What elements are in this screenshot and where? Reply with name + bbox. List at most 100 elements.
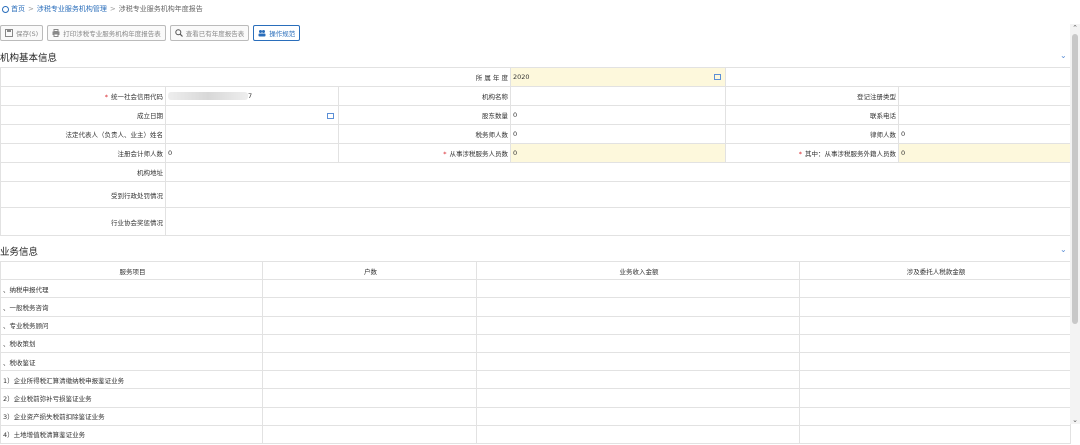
- breadcrumb-current: 涉税专业服务机构年度报告: [118, 5, 203, 13]
- lawyers-field[interactable]: 0: [898, 124, 1071, 144]
- staff-field[interactable]: 0: [510, 143, 726, 163]
- income-cell[interactable]: [476, 388, 800, 408]
- save-button-label: 保存(S): [16, 30, 39, 38]
- service-item: 、税收鉴证: [0, 351, 263, 372]
- table-row: 、一般税务咨询: [0, 297, 1071, 317]
- tax-amount-cell[interactable]: [799, 388, 1071, 408]
- service-item: 、专业税务顾问: [0, 315, 263, 335]
- cpa-label: 注册会计师人数: [0, 143, 166, 163]
- calendar-icon[interactable]: [714, 74, 721, 80]
- business-info-section-header[interactable]: 业务信息 ⌄: [0, 244, 1070, 259]
- tax-amount-cell[interactable]: [799, 370, 1071, 390]
- print-report-button[interactable]: 打印涉税专业服务机构年度报告表: [47, 25, 166, 41]
- address-field[interactable]: [165, 162, 1071, 182]
- tax-amount-cell[interactable]: [799, 279, 1071, 299]
- count-cell[interactable]: [262, 424, 477, 444]
- users-icon: [258, 30, 266, 37]
- business-info-section-title: 业务信息: [0, 247, 39, 258]
- income-cell[interactable]: [476, 297, 800, 317]
- tax-agents-field[interactable]: 0: [510, 124, 726, 144]
- print-report-button-label: 打印涉税专业服务机构年度报告表: [63, 30, 161, 38]
- foreign-staff-label: * 其中：从事涉税服务外籍人员数: [725, 143, 899, 163]
- awards-label: 行业协会奖惩情况: [0, 207, 166, 236]
- income-cell[interactable]: [476, 333, 800, 353]
- scroll-up-icon[interactable]: ⌃: [1070, 24, 1080, 32]
- basic-info-section-header[interactable]: 机构基本信息 ⌄: [0, 50, 1070, 65]
- view-reports-button[interactable]: 查看已有年度报告表: [169, 25, 250, 41]
- year-input[interactable]: 2020: [510, 67, 726, 87]
- lawyers-label: 律师人数: [725, 124, 899, 144]
- save-button[interactable]: 保存(S): [0, 25, 44, 41]
- count-cell[interactable]: [262, 333, 477, 353]
- table-row: 、税收鉴证: [0, 351, 1071, 372]
- toolbar: 保存(S) 打印涉税专业服务机构年度报告表 查看已有年度报告表 操作规范: [0, 24, 301, 42]
- tax-amount-cell[interactable]: [799, 424, 1071, 444]
- redacted-value: [168, 92, 248, 100]
- org-name-field[interactable]: [510, 86, 726, 106]
- table-row: 所 属 年 度 2020: [0, 67, 1071, 87]
- foreign-staff-field[interactable]: 0: [898, 143, 1071, 163]
- table-row: 1）企业所得税汇算清缴纳税申报鉴证业务: [0, 370, 1071, 390]
- scroll-thumb[interactable]: [1072, 34, 1078, 324]
- count-cell[interactable]: [262, 279, 477, 299]
- income-cell[interactable]: [476, 279, 800, 299]
- reg-type-field[interactable]: [898, 86, 1071, 106]
- table-row: 、纳税申报代理: [0, 279, 1071, 299]
- awards-field[interactable]: [165, 207, 1071, 236]
- shareholders-field[interactable]: 0: [510, 105, 726, 125]
- tax-amount-cell[interactable]: [799, 406, 1071, 426]
- required-mark: *: [104, 93, 108, 101]
- scroll-down-icon[interactable]: ⌄: [1070, 416, 1080, 424]
- count-cell[interactable]: [262, 370, 477, 390]
- shareholders-label: 股东数量: [338, 105, 511, 125]
- count-cell[interactable]: [262, 351, 477, 372]
- tax-amount-cell[interactable]: [799, 333, 1071, 353]
- vertical-scrollbar[interactable]: ⌃ ⌄: [1070, 24, 1080, 424]
- table-row: 行业协会奖惩情况: [0, 207, 1071, 236]
- table-row: 、税收策划: [0, 333, 1071, 353]
- income-cell[interactable]: [476, 406, 800, 426]
- penalty-field[interactable]: [165, 181, 1071, 208]
- cpa-field[interactable]: 0: [165, 143, 339, 163]
- chevron-down-icon[interactable]: ⌄: [1060, 52, 1068, 60]
- breadcrumb-home[interactable]: 首页: [11, 4, 25, 14]
- phone-field[interactable]: [898, 105, 1071, 125]
- income-cell[interactable]: [476, 351, 800, 372]
- tax-amount-cell[interactable]: [799, 315, 1071, 335]
- column-header: 户数: [262, 260, 477, 281]
- tax-amount-cell[interactable]: [799, 351, 1071, 372]
- calendar-icon[interactable]: [327, 112, 334, 119]
- legal-rep-field[interactable]: [165, 124, 339, 144]
- table-row: 4）土地增值税清算鉴证业务: [0, 424, 1071, 444]
- breadcrumb: 首页 > 涉税专业服务机构管理 > 涉税专业服务机构年度报告: [0, 0, 1070, 18]
- income-cell[interactable]: [476, 315, 800, 335]
- column-header: 服务项目: [0, 260, 263, 281]
- count-cell[interactable]: [262, 297, 477, 317]
- count-cell[interactable]: [262, 406, 477, 426]
- table-row: * 统一社会信用代码 7 机构名称 登记注册类型: [0, 86, 1071, 106]
- credit-code-field[interactable]: 7: [165, 86, 339, 106]
- count-cell[interactable]: [262, 388, 477, 408]
- chevron-down-icon[interactable]: ⌄: [1060, 246, 1068, 254]
- operation-guide-button[interactable]: 操作规范: [253, 25, 301, 41]
- income-cell[interactable]: [476, 424, 800, 444]
- org-name-label: 机构名称: [338, 86, 511, 106]
- table-row: 3）企业资产损失税前扣除鉴证业务: [0, 406, 1071, 426]
- year-label: 所 属 年 度: [0, 67, 511, 87]
- table-row: 机构地址: [0, 162, 1071, 182]
- breadcrumb-level1[interactable]: 涉税专业服务机构管理: [37, 4, 107, 14]
- view-reports-button-label: 查看已有年度报告表: [185, 30, 245, 38]
- phone-label: 联系电话: [725, 105, 899, 125]
- save-icon: [5, 29, 13, 37]
- address-label: 机构地址: [0, 162, 166, 182]
- column-header: 业务收入金额: [476, 260, 800, 281]
- credit-code-label: * 统一社会信用代码: [0, 86, 166, 106]
- reg-type-label: 登记注册类型: [725, 86, 899, 106]
- tax-amount-cell[interactable]: [799, 297, 1071, 317]
- breadcrumb-separator: >: [109, 5, 116, 13]
- service-item: 4）土地增值税清算鉴证业务: [0, 424, 263, 444]
- count-cell[interactable]: [262, 315, 477, 335]
- income-cell[interactable]: [476, 370, 800, 390]
- table-header-row: 服务项目 户数 业务收入金额 涉及委托人税款金额: [0, 260, 1071, 281]
- setup-date-field[interactable]: [165, 105, 339, 125]
